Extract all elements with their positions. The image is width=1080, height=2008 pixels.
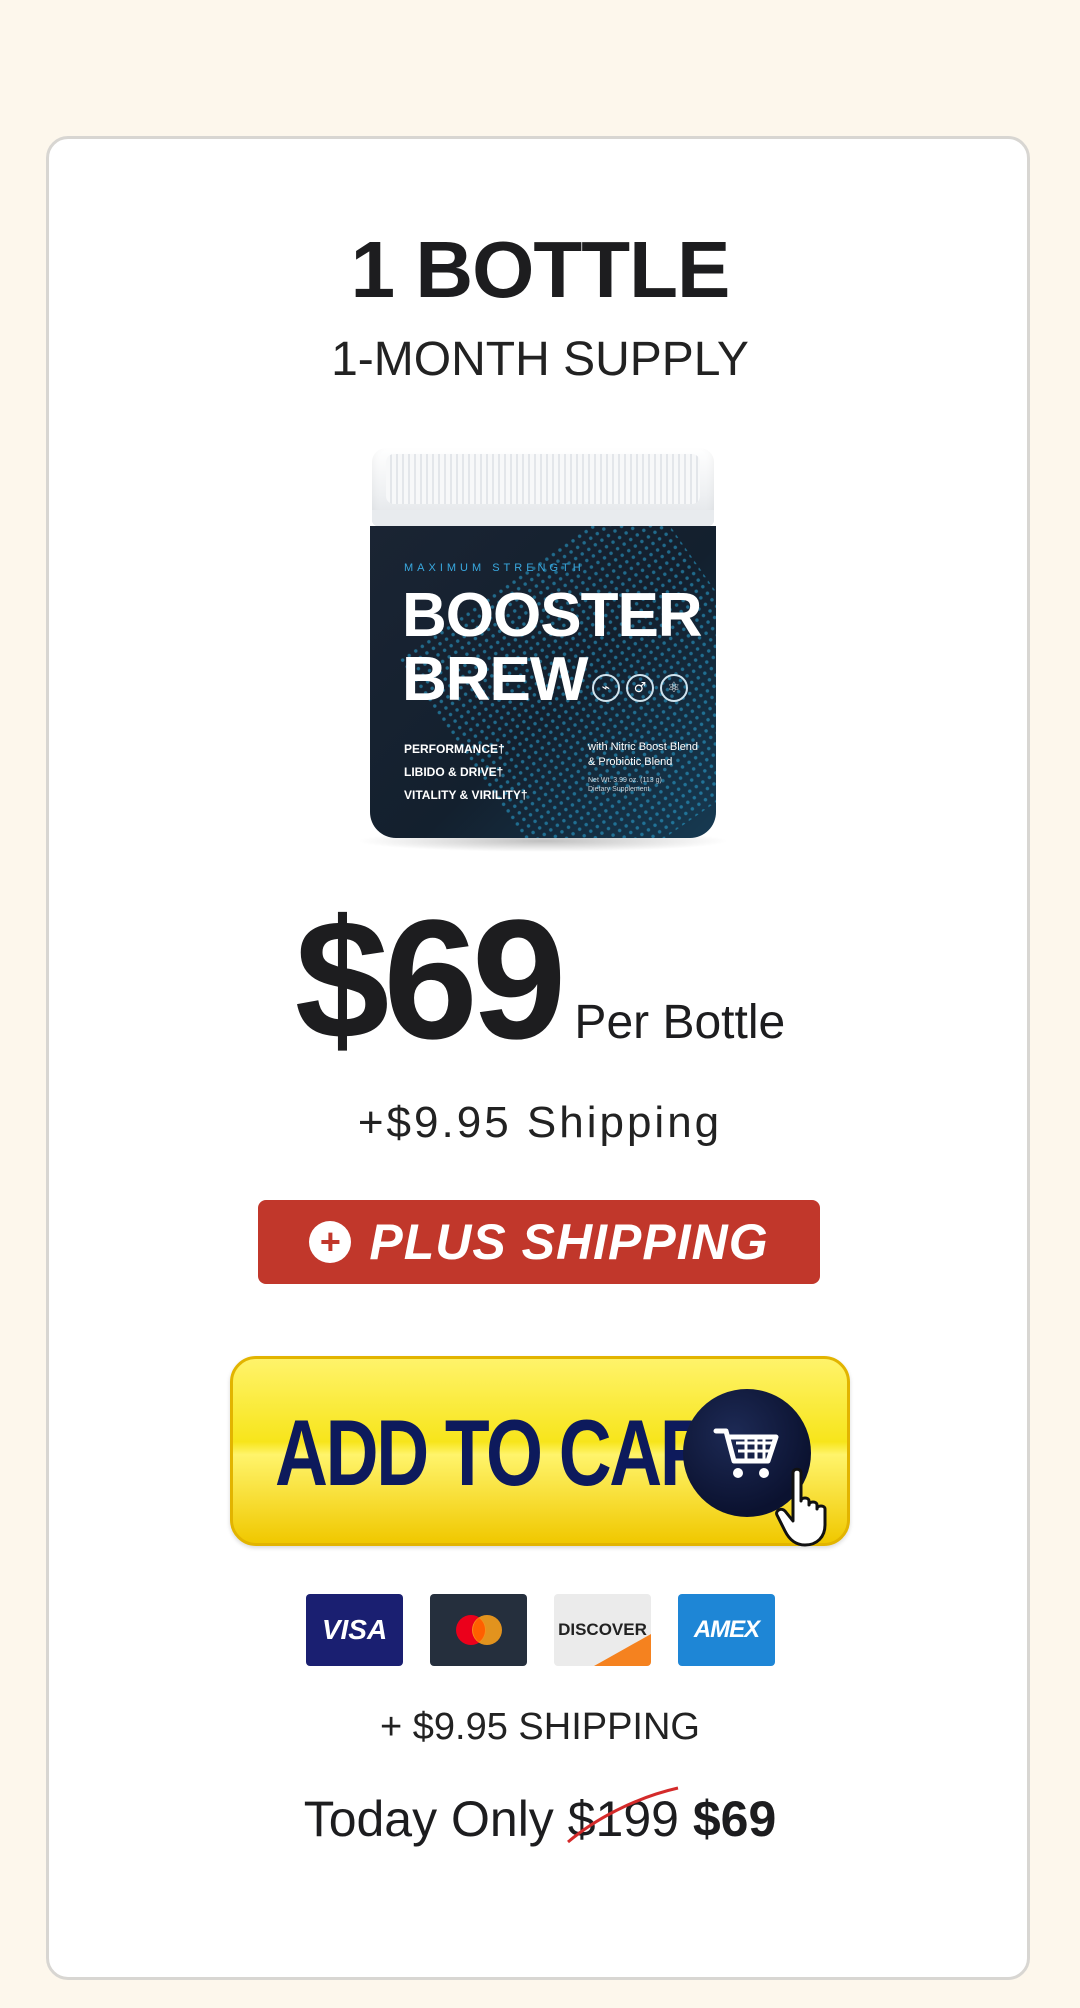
plus-icon: + (309, 1221, 352, 1263)
price-unit: Per Bottle (574, 996, 786, 1049)
plus-shipping-badge: + PLUS SHIPPING (258, 1200, 820, 1284)
payment-methods: VISA DISCOVER AMEX (306, 1594, 775, 1666)
pointer-hand-icon (775, 1467, 827, 1547)
product-blend: with Nitric Boost Blend & Probiotic Blen… (588, 741, 699, 768)
old-price: $199 (566, 1786, 679, 1848)
discover-icon: DISCOVER (554, 1594, 651, 1666)
shipping-caption: + $9.95 SHIPPING (380, 1706, 700, 1748)
jar-label: MAXIMUM STRENGTH BOOSTER BREW ⌁ ♂ ⚛ PERF… (370, 526, 716, 838)
package-subtitle: 1-MONTH SUPPLY (331, 333, 749, 386)
package-title: 1 BOTTLE (350, 225, 731, 314)
product-net-weight: Net Wt. 3.99 oz. (113 g) Dietary Supplem… (588, 777, 662, 793)
price-amount: $69 (294, 885, 567, 1075)
atom-icon: ⚛ (660, 674, 688, 702)
product-image: MAXIMUM STRENGTH BOOSTER BREW ⌁ ♂ ⚛ PERF… (356, 448, 730, 856)
today-prefix: Today Only (303, 1791, 554, 1847)
plus-shipping-label: PLUS SHIPPING (369, 1214, 769, 1270)
jar-lid (372, 448, 714, 526)
amex-icon: AMEX (678, 1594, 775, 1666)
male-icon: ♂ (626, 674, 654, 702)
gauge-icon: ⌁ (592, 674, 620, 702)
mastercard-icon (430, 1594, 527, 1666)
product-tagline: MAXIMUM STRENGTH (404, 562, 585, 574)
shipping-note: +$9.95 Shipping (357, 1098, 723, 1147)
new-price: $69 (692, 1791, 777, 1847)
price-row: $69 Per Bottle (0, 890, 1080, 1070)
product-benefits: PERFORMANCE† LIBIDO & DRIVE† VITALITY & … (404, 742, 528, 802)
product-icons: ⌁ ♂ ⚛ (592, 674, 688, 702)
add-to-cart-button[interactable]: ADD TO CART (230, 1356, 850, 1547)
today-only-price: Today Only $199 $69 (0, 1786, 1080, 1848)
add-to-cart-label: ADD TO CART (275, 1400, 755, 1505)
visa-icon: VISA (306, 1594, 403, 1666)
